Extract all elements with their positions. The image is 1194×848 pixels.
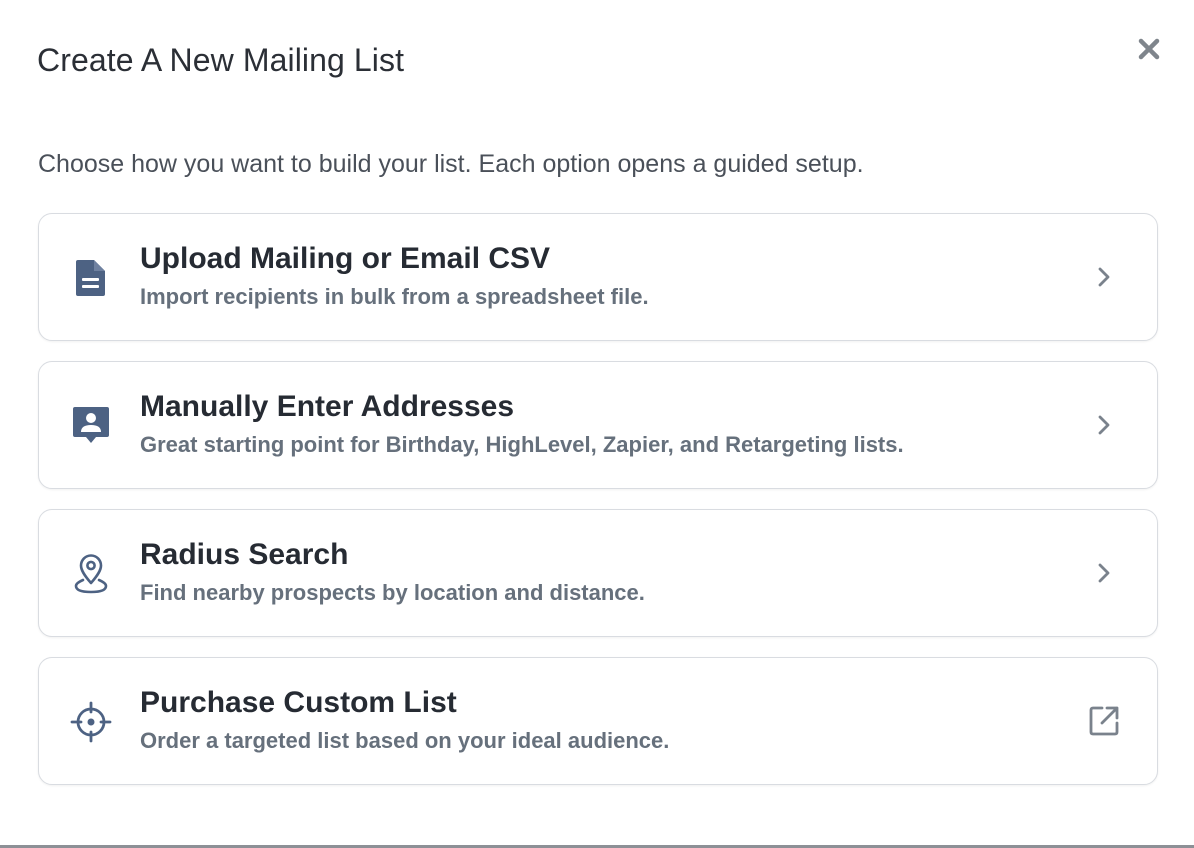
option-purchase-list[interactable]: Purchase Custom List Order a targeted li…: [38, 657, 1158, 785]
option-radius-search[interactable]: Radius Search Find nearby prospects by l…: [38, 509, 1158, 637]
chevron-right-icon: [1085, 554, 1123, 592]
option-title: Purchase Custom List: [140, 686, 457, 719]
chevron-right-icon: [1085, 258, 1123, 296]
option-description: Great starting point for Birthday, HighL…: [140, 432, 904, 457]
crosshair-icon: [69, 700, 113, 744]
option-description: Order a targeted list based on your idea…: [140, 728, 670, 753]
close-icon: [1138, 38, 1160, 65]
option-title: Upload Mailing or Email CSV: [140, 242, 551, 275]
external-link-icon: [1085, 702, 1123, 740]
contact-card-icon: [69, 404, 113, 448]
option-description: Find nearby prospects by location and di…: [140, 580, 645, 605]
options-list: Upload Mailing or Email CSV Import recip…: [38, 213, 1158, 805]
modal-title: Create A New Mailing List: [37, 42, 405, 78]
option-title: Manually Enter Addresses: [140, 390, 515, 423]
option-description: Import recipients in bulk from a spreads…: [140, 284, 649, 309]
location-pin-icon: [69, 552, 113, 596]
document-icon: [69, 256, 113, 300]
chevron-right-icon: [1085, 406, 1123, 444]
option-title: Radius Search: [140, 538, 349, 571]
intro-text: Choose how you want to build your list. …: [38, 150, 864, 178]
option-manual-entry[interactable]: Manually Enter Addresses Great starting …: [38, 361, 1158, 489]
option-upload-csv[interactable]: Upload Mailing or Email CSV Import recip…: [38, 213, 1158, 341]
close-button[interactable]: [1134, 36, 1164, 66]
create-mailing-list-modal: Create A New Mailing List Choose how you…: [0, 0, 1194, 848]
